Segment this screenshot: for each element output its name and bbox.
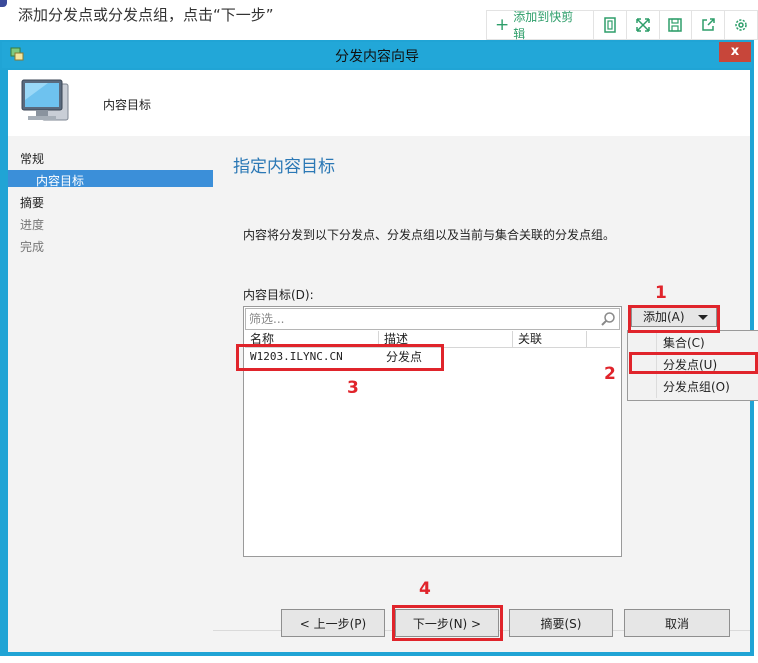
column-header-association[interactable]: 关联 — [513, 331, 587, 347]
gear-icon[interactable] — [725, 11, 757, 39]
title-bar: 分发内容向导 x — [2, 42, 752, 68]
annotation-step-2: 2 — [604, 364, 616, 384]
filter-input[interactable] — [249, 311, 594, 327]
search-icon[interactable] — [600, 311, 616, 327]
annotation-step-4: 4 — [419, 579, 431, 599]
filter-box — [245, 308, 620, 330]
wizard-header: 内容目标 — [8, 70, 750, 136]
cancel-button[interactable]: 取消 — [624, 609, 730, 637]
copy-icon[interactable] — [594, 11, 627, 39]
add-to-clip-label: 添加到快剪辑 — [513, 10, 574, 41]
expand-icon[interactable] — [627, 11, 660, 39]
page-description: 内容将分发到以下分发点、分发点组以及当前与集合关联的分发点组。 — [243, 228, 616, 242]
save-icon[interactable] — [660, 11, 693, 39]
clip-toolbar: + 添加到快剪辑 — [486, 10, 758, 41]
nav-item-complete[interactable]: 完成 — [20, 238, 44, 255]
summary-button[interactable]: 摘要(S) — [509, 609, 613, 637]
annotation-box-row — [236, 344, 444, 371]
instruction-caption: 添加分发点或分发点组，点击“下一步” — [18, 6, 274, 24]
nav-item-progress[interactable]: 进度 — [20, 216, 44, 233]
nav-item-general[interactable]: 常规 — [20, 150, 44, 167]
annotation-box-add — [628, 305, 720, 333]
page-title: 指定内容目标 — [233, 157, 335, 177]
share-icon[interactable] — [692, 11, 726, 39]
annotation-step-1: 1 — [655, 283, 667, 303]
close-button[interactable]: x — [719, 42, 751, 62]
annotation-step-3: 3 — [347, 378, 359, 398]
nav-item-content-targets[interactable]: 内容目标 — [36, 172, 84, 189]
annotation-box-next — [392, 605, 503, 641]
menu-item-distribution-point-group[interactable]: 分发点组(O) — [628, 376, 758, 398]
step-nav: 常规 内容目标 摘要 进度 完成 — [8, 136, 213, 652]
content-targets-label: 内容目标(D): — [243, 288, 314, 302]
prev-button[interactable]: < 上一步(P) — [281, 609, 385, 637]
header-step-label: 内容目标 — [103, 98, 152, 112]
add-to-clip-button[interactable]: + 添加到快剪辑 — [487, 10, 594, 41]
annotation-box-distribution-point — [629, 352, 758, 374]
plus-icon: + — [495, 14, 510, 35]
menu-item-collection[interactable]: 集合(C) — [628, 332, 758, 354]
nav-item-summary[interactable]: 摘要 — [20, 194, 44, 211]
dialog-title: 分发内容向导 — [335, 49, 419, 65]
bullet-marker — [0, 0, 7, 7]
computer-icon — [18, 76, 74, 132]
